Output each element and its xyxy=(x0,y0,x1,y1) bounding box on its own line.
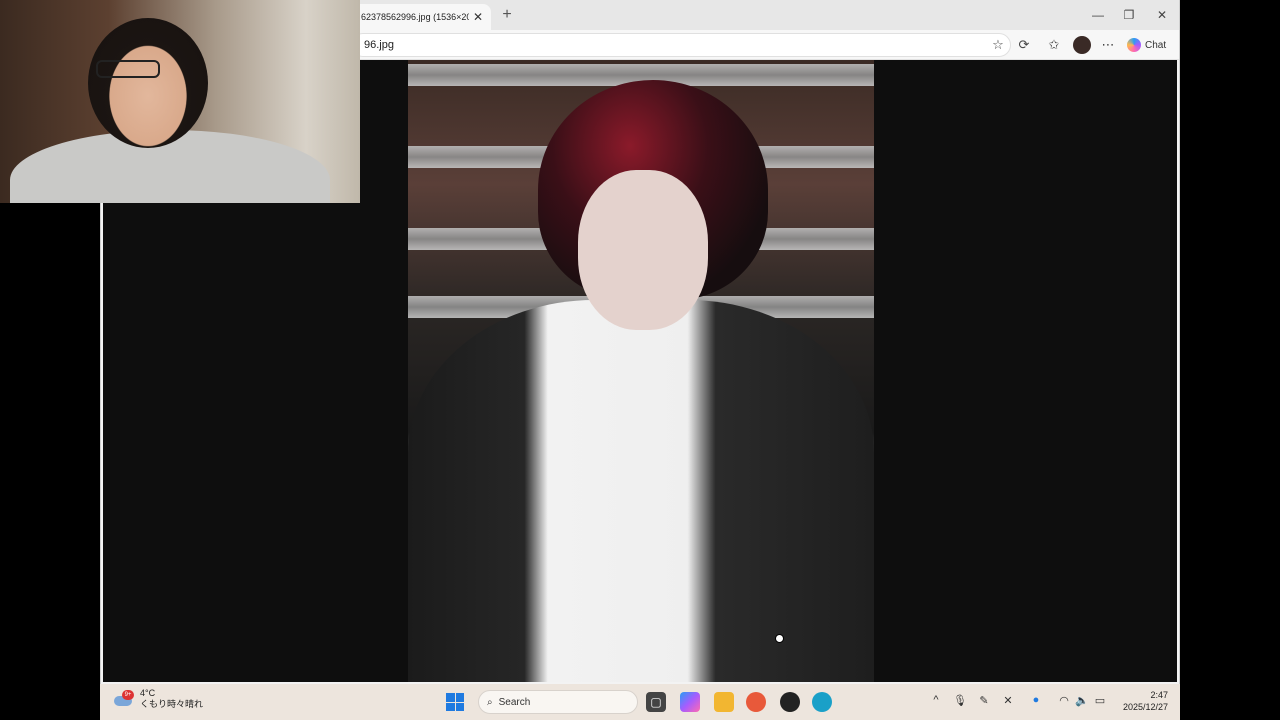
copilot-icon xyxy=(1127,38,1141,52)
taskbar: 9+ 4°C くもり時々晴れ ⌕ Search ▢ ^ 🎙 ✎ ✕ ● ◠ 🔈 … xyxy=(100,684,1180,720)
clock-date: 2025/12/27 xyxy=(1122,702,1168,712)
pen-icon[interactable]: ✎ xyxy=(976,694,992,707)
star-icon[interactable]: ☆ xyxy=(989,36,1007,54)
clock[interactable]: 2:47 2025/12/27 xyxy=(1116,689,1168,713)
start-button[interactable] xyxy=(446,693,464,711)
battery-icon[interactable]: ▭ xyxy=(1092,694,1108,707)
tab-image[interactable]: 62378562996.jpg (1536×2048) ✕ xyxy=(341,4,491,30)
more-icon[interactable]: ⋯ xyxy=(1099,36,1117,54)
favorites-icon[interactable]: ✩ xyxy=(1045,36,1063,54)
onedrive-icon[interactable]: ● xyxy=(1028,694,1044,706)
firefox-icon[interactable] xyxy=(746,692,766,712)
weather-widget[interactable]: 9+ 4°C くもり時々晴れ xyxy=(112,688,203,710)
x-icon[interactable]: ✕ xyxy=(1000,694,1016,707)
url-text: 96.jpg xyxy=(364,39,394,51)
tab-title: 62378562996.jpg (1536×2048) xyxy=(361,12,469,22)
search-icon: ⌕ xyxy=(487,696,493,708)
address-bar[interactable]: 96.jpg xyxy=(351,33,1011,57)
clock-time: 2:47 xyxy=(1150,690,1168,700)
photo-subject-clothing xyxy=(408,300,874,682)
volume-icon[interactable]: 🔈 xyxy=(1074,694,1090,707)
tab-close-icon[interactable]: ✕ xyxy=(473,10,483,24)
edge-icon[interactable] xyxy=(812,692,832,712)
photo-subject-face xyxy=(578,170,708,330)
weather-temp: 4°C xyxy=(140,688,156,698)
displayed-photo[interactable] xyxy=(408,60,874,682)
weather-desc: くもり時々晴れ xyxy=(140,699,204,709)
weather-badge: 9+ xyxy=(122,690,134,700)
profile-icon[interactable] xyxy=(1073,36,1091,54)
cloud-icon: 9+ xyxy=(112,690,134,708)
copilot-chat-button[interactable]: Chat xyxy=(1127,36,1166,54)
wifi-icon[interactable]: ◠ xyxy=(1056,694,1072,707)
webcam-overlay xyxy=(0,0,360,203)
chat-label: Chat xyxy=(1145,39,1167,51)
minimize-button[interactable]: — xyxy=(1087,6,1109,24)
task-view-icon[interactable]: ▢ xyxy=(646,692,666,712)
desktop: 62378562996.jpg (1536×2048) ✕ + — ❐ ✕ 96… xyxy=(0,0,1280,720)
search-label: Search xyxy=(498,696,531,708)
microphone-icon[interactable]: 🎙 xyxy=(952,694,968,707)
copilot-app-icon[interactable] xyxy=(680,692,700,712)
taskbar-search[interactable]: ⌕ Search xyxy=(478,690,638,714)
file-explorer-icon[interactable] xyxy=(714,692,734,712)
close-window-button[interactable]: ✕ xyxy=(1151,6,1173,24)
mouse-cursor-icon xyxy=(775,634,784,643)
chevron-up-icon[interactable]: ^ xyxy=(928,694,944,706)
app-icon[interactable] xyxy=(780,692,800,712)
webcam-person-head xyxy=(88,18,208,148)
new-tab-button[interactable]: + xyxy=(497,6,517,26)
extensions-icon[interactable]: ⟳ xyxy=(1015,36,1033,54)
glasses-icon xyxy=(96,60,160,78)
maximize-button[interactable]: ❐ xyxy=(1118,6,1140,24)
